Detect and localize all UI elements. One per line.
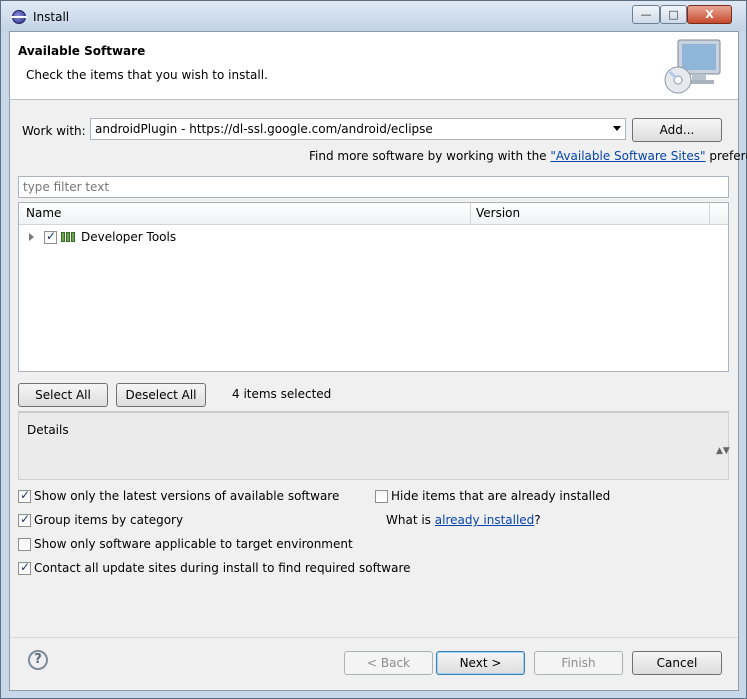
show-latest-checkbox[interactable] [18,488,31,503]
work-with-value: androidPlugin - https://dl-ssl.google.co… [95,122,433,136]
dialog-client-area: Available Software Check the items that … [9,31,747,691]
available-software-sites-link[interactable]: "Available Software Sites" [550,149,705,163]
finish-button[interactable]: Finish [534,651,623,675]
column-name[interactable]: Name [26,206,61,220]
find-more-suffix: preferences. [709,149,747,163]
details-panel: Details ▲▼ [18,412,730,480]
tree-header: Name Version [19,203,728,225]
install-window: Install — □ X Available Software Check t… [0,0,747,699]
applicable-target-checkbox[interactable] [18,538,31,551]
deselect-all-button[interactable]: Deselect All [116,383,206,407]
monitor-cd-icon [664,39,721,94]
work-with-combo[interactable]: androidPlugin - https://dl-ssl.google.co… [90,118,626,140]
cancel-button[interactable]: Cancel [632,651,722,675]
group-by-category-label: Group items by category [34,513,184,527]
hide-installed-checkbox[interactable] [375,490,388,503]
chevron-down-icon[interactable] [613,126,621,131]
contact-all-sites-label: Contact all update sites during install … [34,561,411,575]
back-button[interactable]: < Back [344,651,433,675]
contact-all-sites-checkbox[interactable] [18,560,31,575]
applicable-target-label: Show only software applicable to target … [34,537,353,551]
tree-row-developer-tools[interactable]: Developer Tools [19,229,728,247]
close-button[interactable]: X [687,5,732,24]
details-title: Details [27,423,69,437]
details-scrollbar[interactable]: ▲▼ [716,447,730,463]
what-is-prefix: What is [386,513,435,527]
filter-input[interactable]: type filter text [18,176,729,198]
footer-divider [10,637,738,638]
page-description: Check the items that you wish to install… [26,68,268,82]
expand-arrow-icon[interactable] [29,233,34,241]
already-installed-link[interactable]: already installed [435,513,535,527]
group-by-category-checkbox[interactable] [18,512,31,527]
window-title: Install [33,10,70,24]
work-with-label: Work with: [22,124,86,138]
column-version[interactable]: Version [476,206,520,220]
category-icon [61,232,77,242]
minimize-button[interactable]: — [632,5,660,24]
next-button[interactable]: Next > [436,651,525,675]
selection-count: 4 items selected [232,387,332,401]
title-bar[interactable]: Install — □ X [1,1,746,31]
software-tree[interactable]: Name Version Developer Tools [18,202,729,372]
maximize-button[interactable]: □ [660,5,687,24]
tree-item-label: Developer Tools [81,230,177,244]
find-more-prefix: Find more software by working with the [309,149,551,163]
show-latest-label: Show only the latest versions of availab… [34,489,340,503]
column-separator[interactable] [709,203,710,225]
help-icon[interactable]: ? [28,650,48,670]
hide-installed-label: Hide items that are already installed [391,489,611,503]
find-more-text: Find more software by working with the "… [309,149,747,163]
developer-tools-checkbox[interactable] [44,229,57,244]
wizard-header: Available Software Check the items that … [10,32,738,100]
what-is-suffix: ? [534,513,541,527]
select-all-button[interactable]: Select All [18,383,108,407]
eclipse-icon [11,10,27,24]
add-site-button[interactable]: Add... [632,118,722,142]
column-separator[interactable] [470,203,471,225]
page-title: Available Software [18,44,146,58]
what-is-installed-text: What is already installed? [386,513,541,527]
